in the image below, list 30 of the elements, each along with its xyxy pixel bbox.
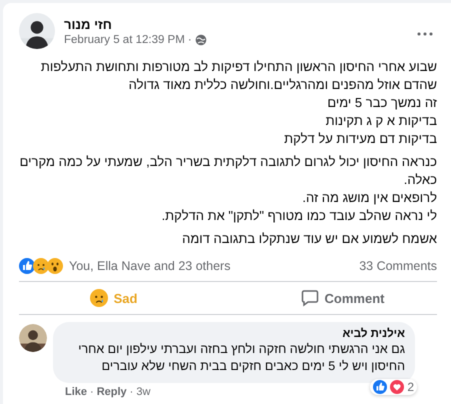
post-time[interactable]: February 5 at 12:39 PM	[64, 34, 185, 46]
like-icon	[19, 258, 35, 274]
more-options-icon[interactable]	[417, 32, 433, 36]
like-link[interactable]: Like	[65, 386, 88, 398]
wow-icon	[47, 258, 63, 274]
separator-dot: ·	[130, 386, 134, 398]
reactions-summary[interactable]: You, Ella Nave and 23 others	[69, 259, 360, 273]
comment-icon	[300, 289, 319, 307]
post-text: שבוע אחרי החיסון הראשון התחילו דפיקות לב מטורפות ותחושת התעלפות שהדם אוזל מהפנים ומהרגליים.וחולשה כללית מאוד גדולה	[40, 58, 437, 94]
reply-link[interactable]: Reply	[96, 386, 127, 398]
post-text: לרופאים אין מושג מה זה.	[301, 189, 437, 207]
post-text: בדיקות א ק ג תקינות	[324, 112, 437, 130]
post-text: זה נמשך כבר 5 ימים	[326, 94, 437, 112]
post-text: אשמח לשמוע אם יש עוד שנתקלו בתגובה דומה	[181, 230, 437, 248]
like-icon	[373, 380, 388, 394]
sad-icon	[90, 289, 108, 307]
author-name[interactable]: חזי מנור	[64, 16, 112, 32]
comments-count[interactable]: 33 Comments	[359, 259, 437, 273]
separator-dot: ·	[90, 386, 94, 398]
separator-dot: ·	[188, 34, 192, 46]
reaction-badge[interactable]: 2	[370, 379, 417, 395]
commenter-name[interactable]: אילנית לביא	[63, 328, 405, 340]
post-text: בדיקות דם מעידות על דלקת	[283, 130, 437, 148]
globe-icon	[194, 34, 207, 46]
sad-icon	[33, 258, 49, 274]
comment-age: 3w	[136, 386, 150, 398]
comment-text: גם אני הרגשתי חולשה חזקה ולחץ בחזה ועברתי עילפון יום אחרי החיסון ויש לי 5 ימים כאבים חזקים בבית השחי שלא עוברים	[77, 341, 405, 375]
post-text: כנראה החיסון יכול לגרום לתגובה דלקתית בשריר הלב, שמעתי על כמה מקרים כאלה.	[19, 153, 437, 189]
comment-button[interactable]: Comment	[248, 285, 437, 311]
post-text: לי נראה שהלב עובד כמו מטורף "לתקן" את הדלקת.	[160, 207, 437, 225]
